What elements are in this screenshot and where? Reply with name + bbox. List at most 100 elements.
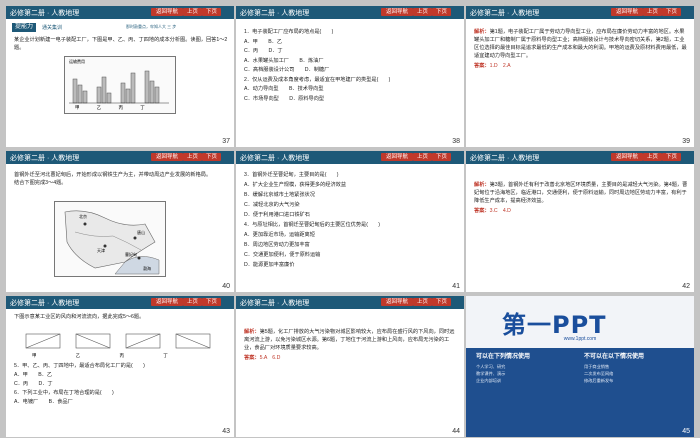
slide-thumbnail-43[interactable]: 必修第二册 · 人教地理 返回导航 上页 下页 下图示意某工业区的风向和河流流向… bbox=[6, 296, 234, 437]
slide-thumbnail-41[interactable]: 必修第二册 · 人教地理 返回导航 上页 下页 3．首钢外迁至曹妃甸，主要目的是… bbox=[236, 151, 464, 292]
next-page-button[interactable]: 下页 bbox=[432, 153, 451, 161]
next-page-button[interactable]: 下页 bbox=[202, 298, 221, 306]
answer-text: 5.A 6.D bbox=[259, 355, 281, 361]
back-nav-button[interactable]: 返回导航 bbox=[381, 153, 413, 161]
slide-header: 必修第二册 · 人教地理 返回导航 上页 下页 bbox=[6, 151, 234, 164]
next-page-button[interactable]: 下页 bbox=[202, 153, 221, 161]
forbidden-use-line: 二次发布至网络 bbox=[584, 371, 614, 376]
question-line: A．水果罐头加工厂 B．炼油厂 bbox=[244, 57, 324, 64]
brand-url: www.1ppt.com bbox=[563, 336, 597, 342]
slide-header: 必修第二册 · 人教地理 返回导航 上页 下页 bbox=[466, 6, 694, 19]
header-title: 必修第二册 · 人教地理 bbox=[10, 300, 80, 307]
intro-text: 首钢外迁至河北曹妃甸后，开始形成以钢铁生产为主，并带动周边产业发展的新格局。 bbox=[14, 172, 212, 178]
slide-thumbnail-40[interactable]: 必修第二册 · 人教地理 返回导航 上页 下页 首钢外迁至河北曹妃甸后，开始形成… bbox=[6, 151, 234, 292]
question-text: 某企业计划新建一电子装配工厂，下图是甲、乙、丙、丁四地的成本分析图。读图，回答1… bbox=[14, 37, 228, 51]
slide-thumbnail-38[interactable]: 必修第二册 · 人教地理 返回导航 上页 下页 1．电子装配工厂应布局的地点是(… bbox=[236, 6, 464, 147]
map-label: 唐山 bbox=[137, 230, 145, 235]
next-page-button[interactable]: 下页 bbox=[432, 8, 451, 16]
prev-page-button[interactable]: 上页 bbox=[183, 153, 202, 161]
back-nav-button[interactable]: 返回导航 bbox=[381, 298, 413, 306]
explanation: 解析：第5题，化工厂排放的大气污染物对城区影响较大，应布局在盛行风的下风向，同时… bbox=[244, 328, 458, 362]
question-line: C．减轻北京的大气污染 bbox=[244, 202, 300, 208]
back-nav-button[interactable]: 返回导航 bbox=[381, 8, 413, 16]
next-page-button[interactable]: 下页 bbox=[662, 8, 681, 16]
slide-header: 必修第二册 · 人教地理 返回导航 上页 下页 bbox=[236, 6, 464, 19]
answer-label: 答案： bbox=[244, 355, 260, 361]
forbidden-use-line: 用于商业销售 bbox=[584, 364, 610, 369]
next-page-button[interactable]: 下页 bbox=[202, 8, 221, 16]
header-title: 必修第二册 · 人教地理 bbox=[240, 155, 310, 162]
answer-text: 1.D 2.A bbox=[489, 63, 511, 69]
explanation-text: 第1题，电子装配工厂属于劳动力导向型工业，应布局在廉价劳动力丰富的地区。水果罐头… bbox=[474, 29, 687, 59]
header-title: 必修第二册 · 人教地理 bbox=[240, 10, 310, 17]
section-title: 提能力 bbox=[12, 23, 37, 32]
question-list: 1．电子装配工厂应布局的地点是( ) A．甲 B．乙 C．丙 D．丁 A．水果罐… bbox=[244, 28, 458, 104]
back-nav-button[interactable]: 返回导航 bbox=[151, 153, 183, 161]
next-page-button[interactable]: 下页 bbox=[662, 153, 681, 161]
region-map: 北京 天津 唐山 曹妃甸 渤海 bbox=[54, 201, 166, 277]
prev-page-button[interactable]: 上页 bbox=[413, 153, 432, 161]
map-drawing bbox=[64, 210, 160, 275]
question-line: 1．电子装配工厂应布局的地点是( ) bbox=[244, 29, 334, 35]
slide-thumbnail-45[interactable]: 第一PPT www.1ppt.com 可以在下列情况使用 个人学习、研究 教学课… bbox=[466, 296, 694, 437]
prev-page-button[interactable]: 上页 bbox=[183, 8, 202, 16]
question-line: 3．首钢外迁至曹妃甸，主要目的是( ) bbox=[244, 172, 339, 178]
map-label: 天津 bbox=[97, 248, 105, 253]
question-line: C．丙 D．丁 bbox=[244, 48, 283, 54]
next-page-button[interactable]: 下页 bbox=[432, 298, 451, 306]
map-label: 北京 bbox=[79, 214, 87, 219]
slide-thumbnail-42[interactable]: 必修第二册 · 人教地理 返回导航 上页 下页 解析：第3题，首钢外迁有利于改善… bbox=[466, 151, 694, 292]
header-title: 必修第二册 · 人教地理 bbox=[470, 155, 540, 162]
page-number: 37 bbox=[222, 138, 230, 145]
prev-page-button[interactable]: 上页 bbox=[413, 8, 432, 16]
factory-diagrams bbox=[22, 330, 222, 352]
page-number: 44 bbox=[452, 428, 460, 435]
allowed-use-title: 可以在下列情况使用 bbox=[476, 354, 531, 360]
page-number: 42 bbox=[682, 283, 690, 290]
back-nav-button[interactable]: 返回导航 bbox=[611, 8, 643, 16]
brand-logo: 第一PPT bbox=[502, 311, 607, 339]
question-line: A．甲 B．乙 bbox=[14, 372, 53, 378]
allowed-use-line: 企业内部培训 bbox=[476, 378, 502, 383]
slide-header: 必修第二册 · 人教地理 返回导航 上页 下页 bbox=[6, 6, 234, 19]
brand-slide: 第一PPT www.1ppt.com 可以在下列情况使用 个人学习、研究 教学课… bbox=[466, 296, 694, 437]
chart-x-labels: 甲 乙 丙 丁 bbox=[75, 105, 145, 110]
cost-chart: 运输费用 甲 乙 丙 丁 bbox=[64, 56, 176, 114]
header-title: 必修第二册 · 人教地理 bbox=[10, 10, 80, 17]
slide-thumbnail-44[interactable]: 必修第二册 · 人教地理 返回导航 上页 下页 解析：第5题，化工厂排放的大气污… bbox=[236, 296, 464, 437]
explanation-label: 解析： bbox=[474, 29, 490, 35]
slide-header: 必修第二册 · 人教地理 返回导航 上页 下页 bbox=[6, 296, 234, 309]
prev-page-button[interactable]: 上页 bbox=[643, 8, 662, 16]
prev-page-button[interactable]: 上页 bbox=[413, 298, 432, 306]
explanation: 解析：第3题，首钢外迁有利于改善北京地区环境质量，主要目的是减轻大气污染。第4题… bbox=[474, 181, 688, 215]
back-nav-button[interactable]: 返回导航 bbox=[151, 298, 183, 306]
slide-thumbnail-39[interactable]: 必修第二册 · 人教地理 返回导航 上页 下页 解析：第1题，电子装配工厂属于劳… bbox=[466, 6, 694, 147]
question-line: 6．下列工业中，布局在丁地合理的是( ) bbox=[14, 390, 114, 396]
map-label: 曹妃甸 bbox=[125, 252, 137, 257]
question-text: 结合下图完成3～4题。 bbox=[14, 180, 67, 186]
forbidden-use-title: 不可以在以下情况使用 bbox=[584, 354, 645, 360]
question-line: D．便于利用港口进口铁矿石 bbox=[244, 212, 310, 218]
forbidden-use-line: 修改后重新发布 bbox=[584, 378, 614, 383]
question-line: A．更加靠近市场，运输距离短 bbox=[244, 232, 315, 238]
question-line: 2．仅从运费及成本角度考虑，最适宜在甲地建厂的类型是( ) bbox=[244, 76, 391, 83]
question-line: A．动力导向型 B．技术导向型 bbox=[244, 86, 324, 92]
back-nav-button[interactable]: 返回导航 bbox=[611, 153, 643, 161]
allowed-use-column: 可以在下列情况使用 个人学习、研究 教学课件、演示 企业内部培训 bbox=[476, 354, 576, 384]
explanation-text: 第5题，化工厂排放的大气污染物对城区影响较大，应布局在盛行风的下风向，同时远离河… bbox=[244, 329, 455, 351]
question-line: D．能源更加丰富廉价 bbox=[244, 262, 295, 268]
allowed-use-line: 个人学习、研究 bbox=[476, 364, 506, 369]
diagram-drawing bbox=[25, 333, 211, 349]
section-tagline: 那时敲重点，牢知人大 三 步 bbox=[126, 24, 177, 29]
page-number: 39 bbox=[682, 138, 690, 145]
question-line: C．市场导向型 D．原料导向型 bbox=[244, 95, 325, 102]
back-nav-button[interactable]: 返回导航 bbox=[151, 8, 183, 16]
prev-page-button[interactable]: 上页 bbox=[643, 153, 662, 161]
explanation-label: 解析： bbox=[244, 329, 260, 335]
prev-page-button[interactable]: 上页 bbox=[183, 298, 202, 306]
question-line: A．电镀厂 B．食品厂 bbox=[14, 399, 73, 405]
allowed-use-line: 教学课件、演示 bbox=[476, 371, 506, 376]
slide-thumbnail-37[interactable]: 必修第二册 · 人教地理 返回导航 上页 下页 提能力 通关集训 那时敲重点，牢… bbox=[6, 6, 234, 147]
map-label: 渤海 bbox=[143, 266, 151, 271]
question-line: B．缓解北京城市土地紧张状况 bbox=[244, 192, 315, 198]
